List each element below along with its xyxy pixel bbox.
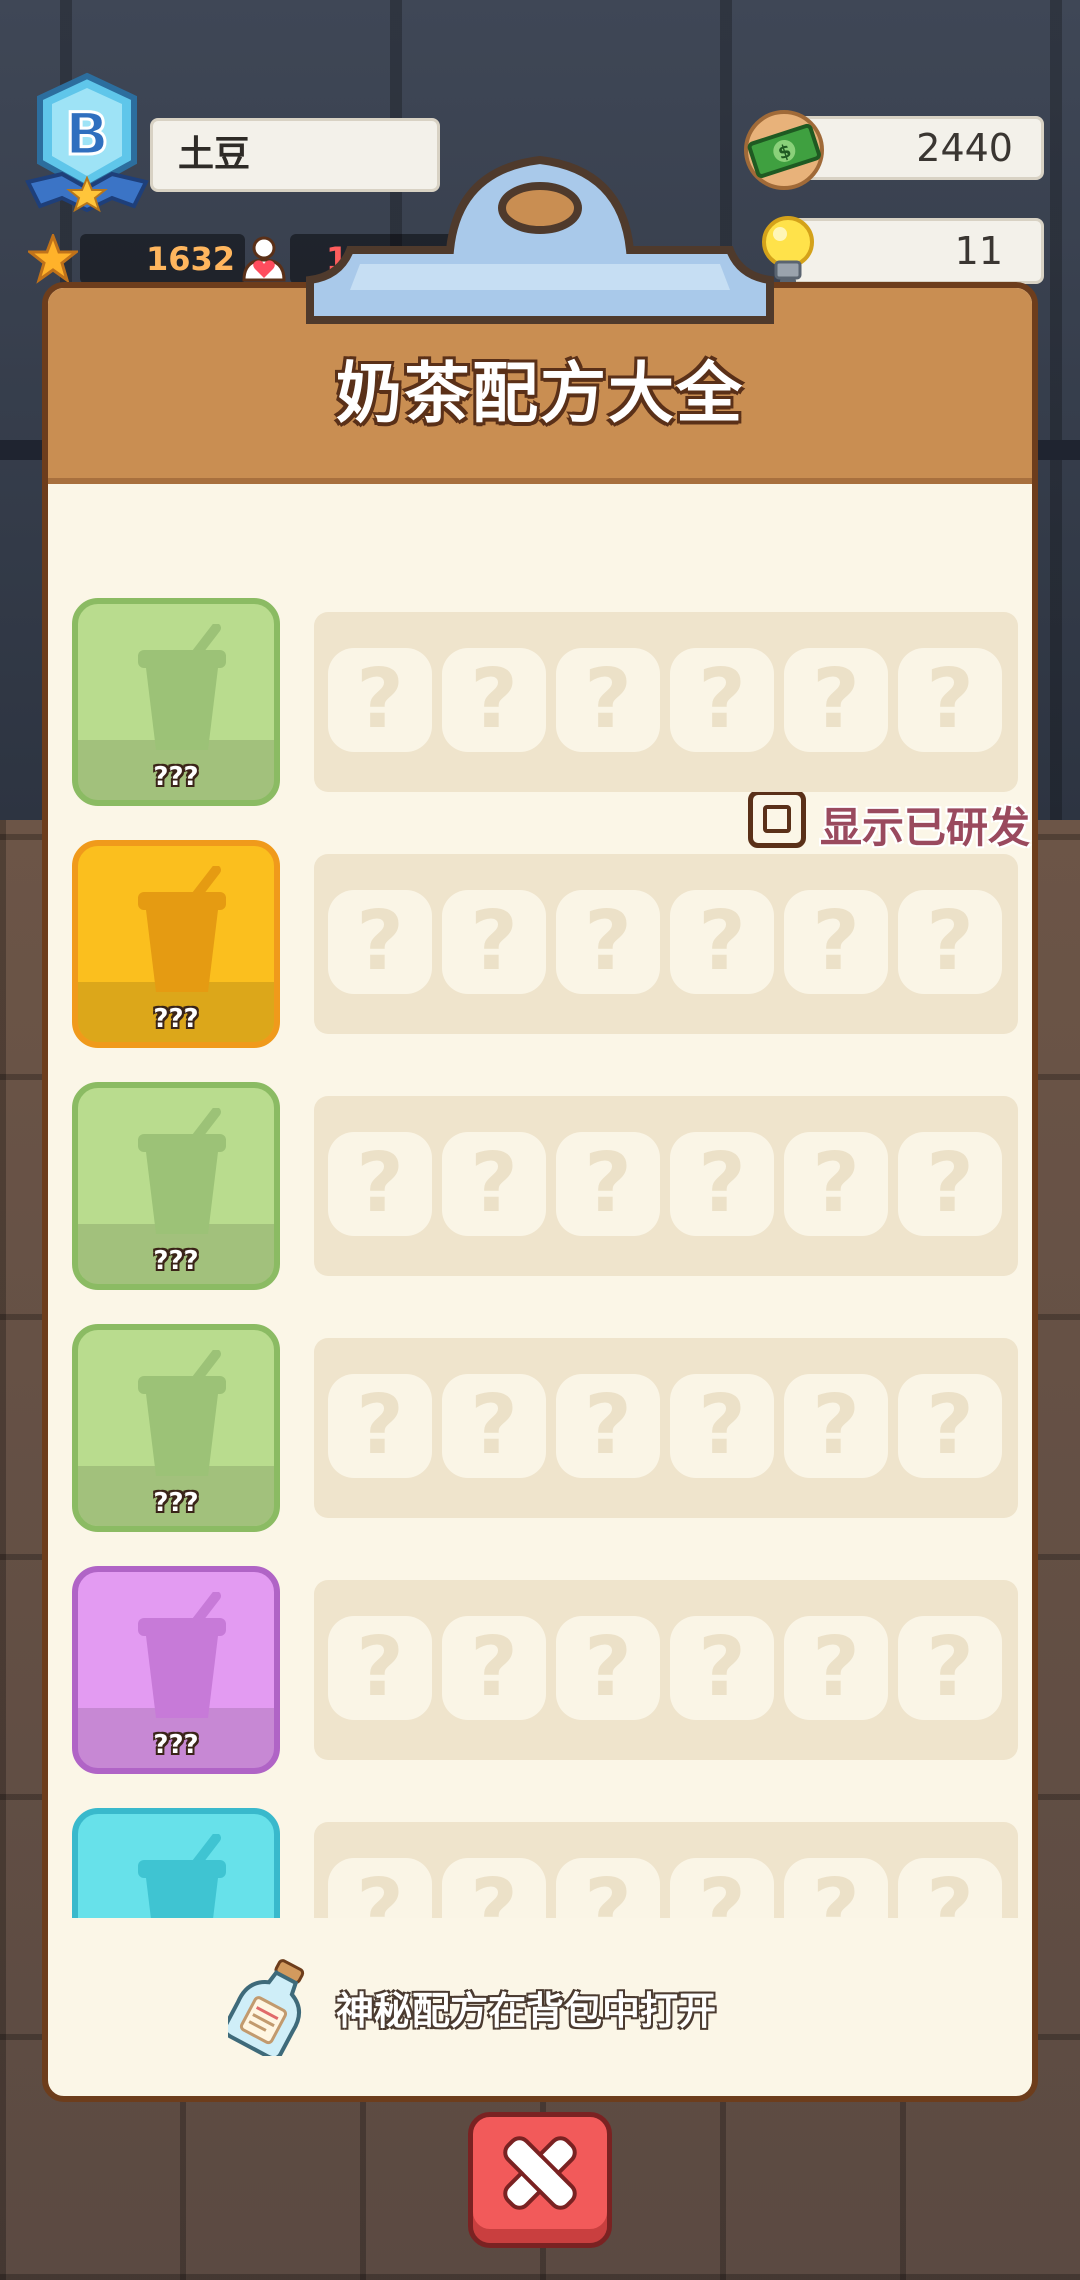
recipe-row[interactable]: ????????? — [68, 598, 1024, 808]
ingredient-slot-unknown[interactable]: ? — [442, 1616, 546, 1720]
ingredient-slot-unknown[interactable]: ? — [328, 1132, 432, 1236]
drink-cup-icon — [138, 1108, 226, 1234]
ingredient-slot-unknown[interactable]: ? — [328, 1616, 432, 1720]
ideas-display: 11 — [790, 218, 1044, 284]
footer-note-text: 神秘配方在背包中打开 — [336, 1989, 717, 2033]
ingredient-slot-unknown[interactable]: ? — [670, 1374, 774, 1478]
ingredient-slot-unknown[interactable]: ? — [784, 1858, 888, 1918]
ingredient-slot-unknown[interactable]: ? — [784, 890, 888, 994]
clipboard-clip-icon — [306, 155, 774, 324]
recipe-row[interactable]: ????????? — [68, 1324, 1024, 1534]
ingredient-slot-unknown[interactable]: ? — [442, 1858, 546, 1918]
recipe-row[interactable]: ????????? — [68, 1808, 1024, 1918]
recipe-book-panel: 奶茶配方大全 显示已研发 ???????????????????????????… — [42, 282, 1038, 2102]
ingredient-slots: ?????? — [314, 1822, 1018, 1918]
drink-name: ??? — [153, 1488, 199, 1518]
ingredient-slot-unknown[interactable]: ? — [670, 1616, 774, 1720]
recipe-list[interactable]: ????????????????????????????????????????… — [68, 598, 1024, 1918]
ingredient-slots: ?????? — [314, 612, 1018, 792]
drink-name: ??? — [153, 1730, 199, 1760]
drink-card[interactable]: ??? — [72, 1808, 280, 1918]
ingredient-slot-unknown[interactable]: ? — [670, 648, 774, 752]
star-icon — [28, 234, 78, 284]
ingredient-slot-unknown[interactable]: ? — [670, 1858, 774, 1918]
ingredient-slot-unknown[interactable]: ? — [898, 890, 1002, 994]
money-display: 2440 — [790, 116, 1044, 180]
ingredient-slot-unknown[interactable]: ? — [556, 1616, 660, 1720]
close-icon — [503, 2136, 577, 2210]
ingredient-slot-unknown[interactable]: ? — [784, 648, 888, 752]
ingredient-slot-unknown[interactable]: ? — [898, 1858, 1002, 1918]
ingredient-slot-unknown[interactable]: ? — [784, 1132, 888, 1236]
ingredient-slots: ?????? — [314, 854, 1018, 1034]
level-letter: B — [65, 100, 109, 168]
drink-cup-icon — [138, 1834, 226, 1918]
ingredient-slot-unknown[interactable]: ? — [328, 890, 432, 994]
ingredient-slot-unknown[interactable]: ? — [670, 1132, 774, 1236]
ingredient-slot-unknown[interactable]: ? — [442, 1132, 546, 1236]
drink-cup-icon — [138, 866, 226, 992]
ingredient-slot-unknown[interactable]: ? — [784, 1374, 888, 1478]
drink-name: ??? — [153, 1246, 199, 1276]
ingredient-slot-unknown[interactable]: ? — [898, 648, 1002, 752]
drink-card[interactable]: ??? — [72, 1566, 280, 1774]
level-badge-icon[interactable]: B — [24, 70, 150, 220]
ingredient-slot-unknown[interactable]: ? — [898, 1374, 1002, 1478]
heart-person-icon — [242, 236, 286, 282]
ingredient-slot-unknown[interactable]: ? — [442, 648, 546, 752]
ingredient-slot-unknown[interactable]: ? — [556, 1132, 660, 1236]
ingredient-slot-unknown[interactable]: ? — [898, 1616, 1002, 1720]
close-button[interactable] — [468, 2112, 612, 2248]
ingredient-slot-unknown[interactable]: ? — [556, 648, 660, 752]
ingredient-slot-unknown[interactable]: ? — [556, 1858, 660, 1918]
recipe-row[interactable]: ????????? — [68, 1082, 1024, 1292]
ingredient-slot-unknown[interactable]: ? — [556, 1374, 660, 1478]
drink-name: ??? — [153, 1004, 199, 1034]
footer-note: 神秘配方在背包中打开 — [228, 1956, 928, 2056]
drink-cup-icon — [138, 1592, 226, 1718]
panel-title: 奶茶配方大全 — [336, 355, 744, 432]
drink-cup-icon — [138, 624, 226, 750]
message-bottle-icon — [228, 1959, 305, 2056]
drink-card[interactable]: ??? — [72, 1324, 280, 1532]
drink-cup-icon — [138, 1350, 226, 1476]
ingredient-slot-unknown[interactable]: ? — [556, 890, 660, 994]
ingredient-slot-unknown[interactable]: ? — [328, 1858, 432, 1918]
drink-card[interactable]: ??? — [72, 598, 280, 806]
ingredient-slot-unknown[interactable]: ? — [442, 1374, 546, 1478]
ingredient-slot-unknown[interactable]: ? — [442, 890, 546, 994]
ingredient-slots: ?????? — [314, 1338, 1018, 1518]
star-count: 1632 — [80, 234, 245, 284]
ingredient-slot-unknown[interactable]: ? — [670, 890, 774, 994]
drink-card[interactable]: ??? — [72, 1082, 280, 1290]
ingredient-slots: ?????? — [314, 1580, 1018, 1760]
ingredient-slot-unknown[interactable]: ? — [328, 648, 432, 752]
ingredient-slot-unknown[interactable]: ? — [784, 1616, 888, 1720]
ingredient-slot-unknown[interactable]: ? — [328, 1374, 432, 1478]
ingredient-slots: ?????? — [314, 1096, 1018, 1276]
drink-card[interactable]: ??? — [72, 840, 280, 1048]
drink-name: ??? — [153, 762, 199, 792]
recipe-row[interactable]: ????????? — [68, 1566, 1024, 1776]
ingredient-slot-unknown[interactable]: ? — [898, 1132, 1002, 1236]
recipe-row[interactable]: ????????? — [68, 840, 1024, 1050]
